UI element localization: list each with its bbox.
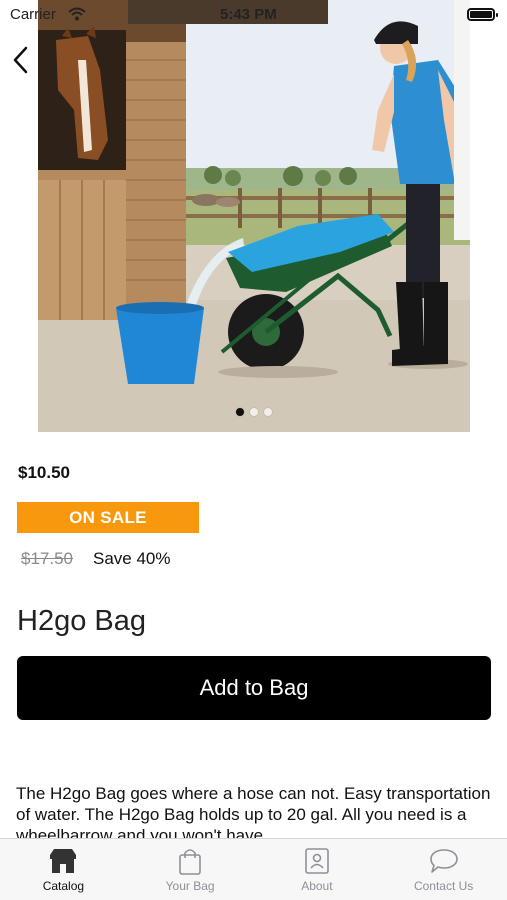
wifi-icon <box>68 7 86 21</box>
page-dot-1[interactable] <box>236 408 244 416</box>
tab-bar: Catalog Your Bag About Contact Us <box>0 838 507 900</box>
tab-about[interactable]: About <box>254 839 381 900</box>
tab-label: Contact Us <box>413 879 474 893</box>
savings-text: Save 40% <box>93 549 171 568</box>
shopping-bag-icon <box>179 849 201 875</box>
profile-card-icon <box>305 848 329 874</box>
tab-contact-us[interactable]: Contact Us <box>380 839 507 900</box>
chat-bubble-icon <box>429 849 458 873</box>
add-to-bag-button[interactable]: Add to Bag <box>17 656 491 720</box>
tab-catalog[interactable]: Catalog <box>0 839 127 900</box>
storefront-icon <box>50 849 77 873</box>
current-price: $10.50 <box>18 463 70 482</box>
clock: 5:43 PM <box>220 6 277 23</box>
page-dot-3[interactable] <box>264 408 272 416</box>
battery-icon <box>467 8 498 21</box>
image-page-indicator[interactable] <box>38 408 470 416</box>
tab-label: About <box>301 879 333 893</box>
back-button[interactable] <box>6 40 36 80</box>
status-bar: Carrier 5:43 PM <box>0 0 507 30</box>
tab-label: Your Bag <box>165 879 215 893</box>
original-price: $17.50 <box>21 549 73 568</box>
product-image-carousel[interactable] <box>38 0 470 432</box>
product-description: The H2go Bag goes where a hose can not. … <box>16 784 491 840</box>
product-photo <box>38 0 470 432</box>
tab-label: Catalog <box>42 879 85 893</box>
carrier-label: Carrier <box>10 6 56 23</box>
product-title: H2go Bag <box>17 605 146 637</box>
chevron-left-icon <box>13 46 28 74</box>
tab-your-bag[interactable]: Your Bag <box>127 839 254 900</box>
sale-badge: ON SALE <box>17 502 199 533</box>
page-dot-2[interactable] <box>250 408 258 416</box>
